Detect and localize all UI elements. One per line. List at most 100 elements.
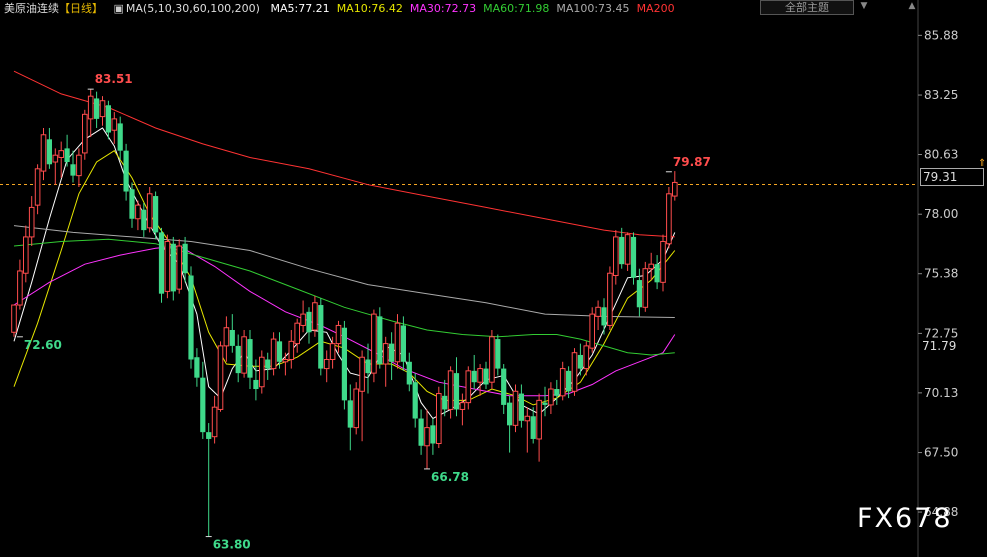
candle-body: [436, 393, 442, 444]
candle-body: [377, 316, 383, 365]
candle-body: [194, 357, 200, 378]
candle-body: [642, 268, 649, 308]
candle-body: [323, 359, 330, 370]
y-tick-label: 78.00: [924, 207, 958, 221]
candle-body: [536, 399, 542, 440]
candle-body: [129, 189, 135, 219]
candle-body: [247, 339, 253, 378]
candle-body: [566, 370, 572, 392]
candle-body: [589, 313, 596, 349]
candle-body: [406, 361, 412, 385]
candle-body: [619, 236, 625, 265]
candle-body: [312, 302, 318, 331]
candle-body: [235, 345, 241, 374]
y-tick-label: 80.63: [924, 148, 958, 162]
candle-body: [542, 402, 548, 405]
candle-body: [23, 236, 29, 274]
candle-body: [217, 345, 224, 410]
candle-body: [554, 389, 560, 396]
ma-params: MA(5,10,30,60,100,200): [125, 2, 260, 15]
candle-body: [87, 95, 94, 120]
candle-body: [206, 432, 212, 439]
chart-legend: 美原油连续【日线】 ▣ MA(5,10,30,60,100,200) MA5:77…: [4, 1, 689, 17]
price-annotation: 72.60: [24, 338, 62, 352]
ma-legend-item: MA100:73.45: [556, 2, 630, 15]
candle-body: [624, 234, 631, 265]
candle-body: [223, 327, 230, 347]
candle-body: [654, 264, 660, 283]
price-annotation: 66.78: [431, 470, 469, 484]
candle-body: [300, 313, 306, 326]
candle-body: [282, 359, 289, 363]
candle-body: [501, 368, 507, 405]
candle-body: [229, 329, 235, 346]
candle-body: [276, 341, 283, 362]
chevron-up-icon[interactable]: ▲: [906, 0, 918, 13]
candlestick-chart[interactable]: 85.8883.2580.6378.0075.3872.7570.1367.50…: [0, 0, 987, 557]
candle-body: [548, 388, 554, 406]
candle-body: [288, 340, 295, 361]
candle-body: [613, 236, 619, 277]
candle-body: [329, 343, 336, 361]
candle-body: [170, 243, 176, 292]
candle-body: [394, 322, 401, 363]
theme-select-button[interactable]: 全部主题: [760, 0, 854, 15]
ma-legend-item: MA30:72.73: [409, 2, 477, 15]
candle-body: [188, 275, 194, 360]
candle-body: [265, 359, 271, 369]
candle-body: [158, 232, 165, 294]
watermark-logo: FX678: [857, 503, 953, 534]
ma-icon[interactable]: ▣: [114, 2, 124, 15]
candle-body: [76, 154, 82, 177]
candle-body: [648, 263, 655, 270]
candle-body: [28, 206, 35, 238]
candle-body: [512, 390, 519, 426]
candle-body: [359, 356, 365, 392]
candle-body: [17, 270, 23, 306]
candle-body: [153, 196, 159, 233]
candle-body: [507, 402, 513, 426]
candle-body: [82, 113, 88, 154]
candle-body: [424, 427, 430, 447]
candle-body: [495, 339, 501, 369]
ma-line-ma200: [13, 70, 675, 238]
candle-body: [335, 324, 342, 345]
y-tick-label: 75.38: [924, 267, 958, 281]
candle-body: [318, 305, 324, 369]
candle-body: [459, 402, 466, 410]
candle-body: [353, 388, 359, 429]
candle-body: [34, 168, 41, 206]
candle-body: [447, 370, 454, 410]
ma-legend-item: MA5:77.21: [270, 2, 330, 15]
y-tick-label: 83.25: [924, 88, 958, 102]
candle-body: [601, 307, 607, 326]
candle-body: [465, 370, 472, 404]
candle-body: [347, 400, 353, 428]
candle-body: [418, 418, 424, 446]
candle-body: [94, 98, 100, 119]
candle-body: [117, 123, 123, 151]
candle-body: [176, 245, 182, 290]
period-label[interactable]: 【日线】: [59, 2, 103, 15]
candle-body: [58, 150, 65, 158]
candle-body: [46, 139, 52, 165]
ma-right-label: 71.79: [922, 339, 957, 353]
candle-body: [200, 377, 206, 433]
candle-body: [105, 105, 111, 133]
price-annotation: 83.51: [95, 72, 133, 86]
candle-body: [111, 118, 118, 131]
ma-legend-item: MA200: [636, 2, 675, 15]
candle-body: [270, 338, 277, 370]
candle-body: [294, 322, 300, 345]
y-tick-label: 67.50: [924, 446, 958, 460]
candle-body: [583, 345, 590, 370]
chevron-down-icon[interactable]: ▼: [858, 0, 870, 13]
candle-body: [483, 368, 489, 385]
candle-body: [524, 415, 531, 422]
candle-body: [430, 425, 436, 444]
ma-legend-item: MA10:76.42: [336, 2, 403, 15]
y-tick-label: 70.13: [924, 386, 958, 400]
candle-body: [64, 148, 70, 163]
candle-body: [571, 352, 578, 392]
ma-legend-item: MA60:71.98: [483, 2, 550, 15]
